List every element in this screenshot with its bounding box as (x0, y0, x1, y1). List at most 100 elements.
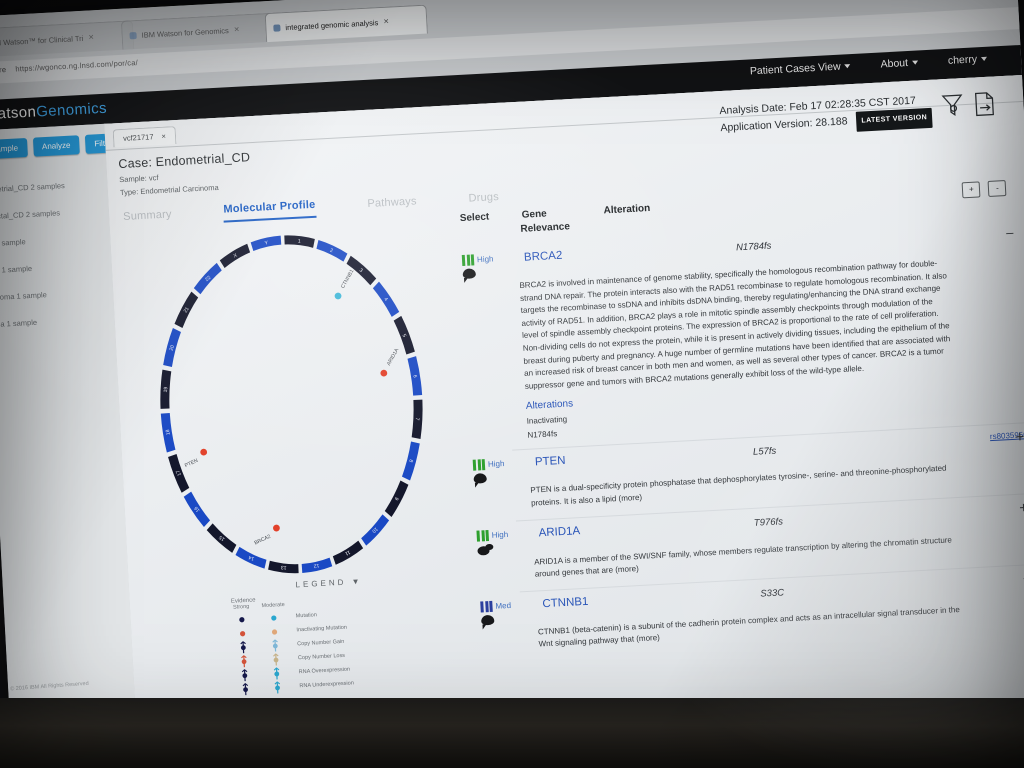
sidebar-item-case[interactable]: Glioma 1 sample (0, 304, 117, 338)
gene-description: BRCA2 is involved in maintenance of geno… (519, 258, 951, 391)
legend-swatch (260, 666, 293, 681)
circos-gene-label: CTNNB1 (340, 268, 355, 289)
browser-window: IBM Watson™ for Clinical Tri ✕ IBM Watso… (0, 0, 1024, 768)
analyze-button[interactable]: Analyze (32, 135, 80, 157)
browser-tab-title: IBM Watson™ for Clinical Tri (0, 33, 84, 47)
legend-swatch (227, 640, 260, 655)
tab-close-icon[interactable]: ✕ (383, 18, 389, 26)
relevance-label: High (476, 254, 494, 265)
meta-action-icons (941, 90, 996, 119)
secure-label: Secure (0, 65, 7, 76)
legend-label: RNA Overexpression (298, 666, 351, 676)
gene-relevance-cell: High (472, 457, 536, 485)
variant-rsid-link[interactable]: rs80359508 (902, 430, 1024, 446)
nav-item-about[interactable]: About (880, 56, 919, 71)
circos-gene-marker[interactable] (273, 524, 280, 532)
legend-swatch (261, 680, 294, 695)
gene-relevance-cell: Med (480, 598, 543, 626)
browser-tab[interactable]: IBM Watson for Genomics ✕ (120, 12, 281, 50)
relevance-bars-icon (476, 529, 489, 542)
chevron-down-icon (980, 56, 988, 62)
nav-label: About (880, 57, 909, 71)
browser-tab-title: integrated genomic analysis (285, 17, 379, 32)
circos-legend: LEGEND ▼ Evidence Strong Moderate Mutati… (224, 573, 440, 697)
gene-name-link[interactable]: ARID1A (538, 522, 631, 539)
legend-swatch (229, 682, 262, 697)
tab-drugs[interactable]: Drugs (468, 191, 499, 210)
legend-title-text: LEGEND (295, 577, 347, 590)
tab-close-icon[interactable]: ✕ (234, 26, 240, 34)
legend-swatch (228, 668, 261, 683)
application-version: Application Version: 28.188 (720, 115, 848, 135)
case-tab[interactable]: vcf21717 × (112, 126, 177, 148)
legend-swatch (257, 610, 290, 625)
single-comment-icon[interactable] (473, 473, 487, 485)
tab-close-icon[interactable]: ✕ (88, 33, 94, 41)
circos-gene-label: PTEN (184, 458, 199, 469)
single-comment-icon[interactable] (462, 268, 477, 279)
gene-list: High BRCA2 N1784fs – BRCA2 is involved in ma… (461, 225, 1024, 656)
legend-col-moderate: Moderate (261, 601, 285, 610)
expand-collapse-controls: + - (961, 179, 1007, 199)
relevance-bars-icon (461, 254, 475, 267)
legend-swatch (258, 624, 291, 639)
collapse-row-button[interactable]: – (1006, 225, 1014, 240)
gene-name-link[interactable]: PTEN (535, 452, 628, 469)
collapse-all-button[interactable]: - (987, 179, 1007, 197)
relevance-bars-icon (472, 459, 486, 472)
variant-rsid-link (906, 500, 1024, 507)
gene-row: High PTEN L57fs rs80359508 + PTEN is a dual-s… (472, 429, 1024, 515)
favicon-icon (273, 23, 281, 32)
gene-row: High BRCA2 N1784fs – BRCA2 is involved in ma… (461, 225, 1024, 445)
legend-col-strong: Strong (232, 603, 250, 611)
relevance-label: High (487, 459, 505, 470)
case-tab-label: vcf21717 (122, 132, 154, 143)
tab-pathways[interactable]: Pathways (367, 195, 417, 215)
gene-relevance-cell: High (461, 252, 525, 279)
add-sample-button[interactable]: Add Sample (0, 138, 28, 161)
status-badge: LATEST VERSION (855, 107, 933, 132)
expand-all-button[interactable]: + (961, 181, 981, 199)
chevron-down-icon (911, 60, 919, 65)
legend-rows: Mutation Inactivating Mutation Copy Number… (225, 602, 439, 697)
relevance-label: Med (495, 600, 512, 611)
photographed-monitor-scene: IBM Watson™ for Clinical Tri ✕ IBM Watso… (0, 0, 1024, 768)
circos-gene-marker[interactable] (200, 448, 208, 456)
double-comment-icon[interactable] (477, 543, 494, 556)
single-comment-icon[interactable] (480, 614, 495, 626)
legend-label: Mutation (295, 612, 317, 620)
expand-row-button[interactable]: + (1019, 499, 1024, 516)
document-export-icon[interactable] (973, 90, 996, 117)
nav-label: cherry (947, 53, 978, 67)
circos-gene-label: BRCA2 (254, 534, 272, 547)
chevron-down-icon (844, 64, 851, 69)
circos-gene-marker[interactable] (380, 369, 388, 377)
circos-gene-marker[interactable] (334, 292, 342, 300)
chevron-down-icon: ▼ (351, 576, 363, 587)
expand-row-button[interactable]: + (1015, 429, 1024, 446)
relevance-label: High (491, 529, 509, 540)
nav-item-user-menu[interactable]: cherry (948, 53, 988, 67)
gene-row: High ARID1A T976fs + ARID1A is a member of t… (476, 499, 1024, 586)
circos-gene-label: ARID1A (386, 347, 401, 367)
funnel-icon[interactable] (941, 92, 964, 119)
tab-summary[interactable]: Summary (123, 208, 172, 228)
favicon-icon (129, 31, 137, 39)
sidebar-actions: Add Sample Analyze Filter (0, 133, 122, 161)
gene-relevance-cell: High (476, 527, 539, 556)
monitor-bezel-bottom (0, 698, 1024, 768)
legend-swatch (260, 652, 293, 667)
legend-label: Copy Number Loss (297, 652, 346, 662)
circos-chromosome-label: 13 (281, 564, 287, 570)
browser-tab-title: IBM Watson for Genomics (141, 25, 229, 40)
case-tab-close-icon[interactable]: × (161, 132, 166, 141)
legend-label: Inactivating Mutation (296, 624, 348, 634)
circos-plot[interactable]: 1 2 3 4 5 6 7 8 9 10 11 12 13 14 15 16 17 18 19 20 21 22 X Y AR… (132, 217, 451, 592)
relevance-bars-icon (480, 600, 493, 613)
legend-swatch (259, 638, 292, 653)
browser-tab[interactable]: IBM Watson™ for Clinical Tri ✕ (0, 20, 135, 58)
circos-chromosome-label: 19 (163, 386, 169, 392)
browser-tab-active[interactable]: integrated genomic analysis ✕ (264, 4, 428, 43)
gene-name-link[interactable]: CTNNB1 (542, 593, 635, 610)
sidebar-case-list: Endometrial_CD 2 samples Colorectal_CD 2… (0, 170, 117, 339)
